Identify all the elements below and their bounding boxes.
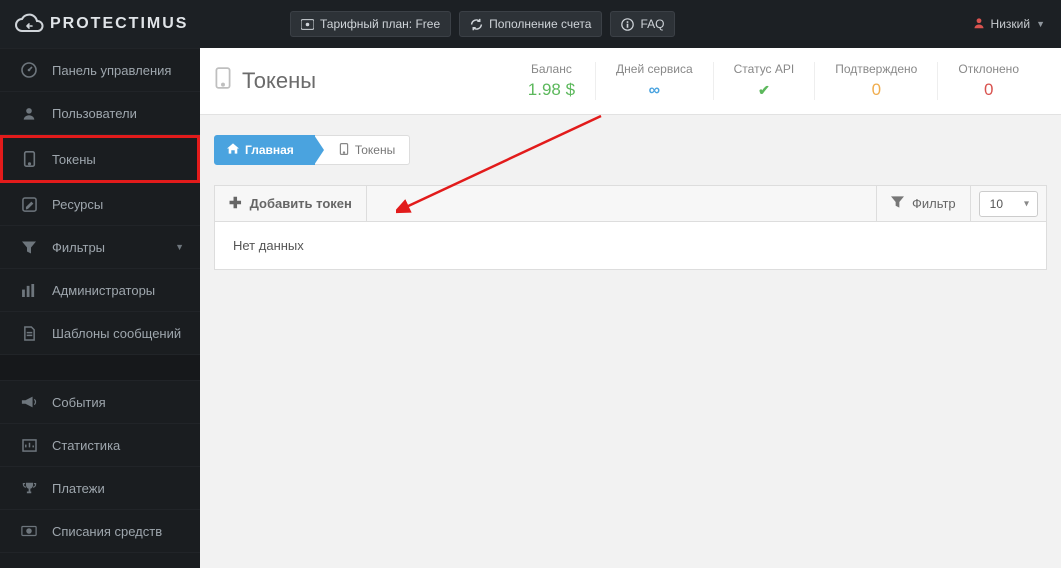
user-icon	[20, 105, 38, 121]
page-size-control: 10	[970, 186, 1046, 221]
sidebar-item-label: Ресурсы	[52, 197, 103, 212]
header-stats: Баланс 1.98 $ Дней сервиса ∞ Статус API ✔ Подт…	[508, 62, 1039, 100]
stat-confirmed: Подтверждено 0	[814, 62, 937, 100]
sidebar-separator	[0, 355, 200, 381]
money-icon	[20, 523, 38, 539]
tablet-icon	[20, 151, 38, 167]
refresh-icon	[470, 18, 483, 31]
topup-label: Пополнение счета	[489, 17, 591, 31]
sidebar-item-users[interactable]: Пользователи	[0, 92, 200, 135]
brand-logo[interactable]: PROTECTIMUS	[0, 0, 200, 48]
main: Токены Баланс 1.98 $ Дней сервиса ∞ Статус A…	[200, 48, 1061, 568]
pencil-icon	[20, 196, 38, 212]
filter-label: Фильтр	[912, 196, 956, 211]
filter-icon	[20, 239, 38, 255]
stat-value: 0	[958, 80, 1019, 100]
sidebar-item-label: Панель управления	[52, 63, 171, 78]
sidebar-item-admins[interactable]: Администраторы	[0, 269, 200, 312]
stat-balance: Баланс 1.98 $	[508, 62, 595, 100]
sidebar-item-label: Фильтры	[52, 240, 105, 255]
sidebar-item-charges[interactable]: Списания средств	[0, 510, 200, 553]
sidebar-item-filters[interactable]: Фильтры ▼	[0, 226, 200, 269]
topup-button[interactable]: Пополнение счета	[459, 11, 602, 37]
infinity-icon: ∞	[649, 82, 660, 99]
sidebar-item-dashboard[interactable]: Панель управления	[0, 48, 200, 92]
stat-days: Дней сервиса ∞	[595, 62, 713, 100]
page-size-select[interactable]: 10	[979, 191, 1038, 217]
sidebar-item-label: События	[52, 395, 106, 410]
sidebar-item-label: Токены	[52, 152, 96, 167]
trophy-icon	[20, 480, 38, 496]
filter-icon	[891, 196, 904, 211]
sidebar-item-label: Статистика	[52, 438, 120, 453]
cloud-logo-icon	[14, 13, 44, 35]
user-icon	[973, 17, 985, 32]
sidebar-item-label: Шаблоны сообщений	[52, 326, 181, 341]
info-icon	[621, 18, 634, 31]
dashboard-icon	[20, 62, 38, 78]
stat-value: ∞	[616, 80, 693, 100]
caret-down-icon: ▼	[175, 242, 184, 252]
sidebar-item-templates[interactable]: Шаблоны сообщений	[0, 312, 200, 355]
stat-label: Дней сервиса	[616, 62, 693, 76]
add-token-button[interactable]: ✚ Добавить токен	[215, 186, 367, 221]
stat-rejected: Отклонено 0	[937, 62, 1039, 100]
caret-down-icon: ▼	[1036, 19, 1045, 29]
stat-label: Баланс	[528, 62, 575, 76]
page-size-value: 10	[990, 197, 1003, 211]
filter-button[interactable]: Фильтр	[876, 186, 970, 221]
toolbar: ✚ Добавить токен Фильтр 10	[214, 185, 1047, 222]
stat-label: Отклонено	[958, 62, 1019, 76]
add-token-label: Добавить токен	[250, 196, 352, 211]
chart-icon	[20, 437, 38, 453]
top-buttons: Тарифный план: Free Пополнение счета FAQ	[290, 11, 675, 37]
stat-label: Подтверждено	[835, 62, 917, 76]
sidebar: Панель управления Пользователи Токены Ресур…	[0, 48, 200, 568]
sidebar-item-stats[interactable]: Статистика	[0, 424, 200, 467]
megaphone-icon	[20, 394, 38, 410]
topbar: PROTECTIMUS Тарифный план: Free Пополнен…	[0, 0, 1061, 48]
stat-value: ✔	[734, 80, 795, 100]
tablet-icon	[214, 67, 232, 95]
breadcrumb-current: Токены	[315, 135, 410, 165]
page-title-text: Токены	[242, 68, 316, 94]
sidebar-item-label: Пользователи	[52, 106, 137, 121]
tablet-icon	[339, 143, 349, 158]
stat-label: Статус API	[734, 62, 795, 76]
breadcrumb-current-label: Токены	[355, 143, 395, 157]
breadcrumb-home-label: Главная	[245, 143, 294, 157]
stat-value: 1.98 $	[528, 80, 575, 100]
sidebar-item-label: Администраторы	[52, 283, 155, 298]
faq-button[interactable]: FAQ	[610, 11, 675, 37]
page-header: Токены Баланс 1.98 $ Дней сервиса ∞ Статус A…	[200, 48, 1061, 115]
page-title: Токены	[214, 67, 316, 95]
plan-label: Тарифный план: Free	[320, 17, 440, 31]
home-icon	[227, 143, 239, 157]
table-content: Нет данных	[214, 222, 1047, 270]
faq-label: FAQ	[640, 17, 664, 31]
sidebar-item-label: Платежи	[52, 481, 105, 496]
plus-icon: ✚	[229, 196, 242, 211]
check-icon: ✔	[758, 82, 770, 98]
file-icon	[20, 325, 38, 341]
sidebar-item-label: Списания средств	[52, 524, 162, 539]
sidebar-item-payments[interactable]: Платежи	[0, 467, 200, 510]
user-name: Низкий	[991, 17, 1031, 31]
bars-icon	[20, 282, 38, 298]
breadcrumb-home[interactable]: Главная	[214, 135, 315, 165]
brand-text: PROTECTIMUS	[50, 15, 188, 33]
sidebar-item-resources[interactable]: Ресурсы	[0, 183, 200, 226]
money-icon	[301, 18, 314, 31]
sidebar-item-events[interactable]: События	[0, 381, 200, 424]
breadcrumb: Главная Токены	[200, 115, 1061, 179]
empty-state-text: Нет данных	[233, 238, 304, 253]
stat-value: 0	[835, 80, 917, 100]
stat-api: Статус API ✔	[713, 62, 815, 100]
plan-button[interactable]: Тарифный план: Free	[290, 11, 451, 37]
user-menu[interactable]: Низкий ▼	[967, 17, 1051, 32]
sidebar-item-tokens[interactable]: Токены	[0, 135, 200, 183]
